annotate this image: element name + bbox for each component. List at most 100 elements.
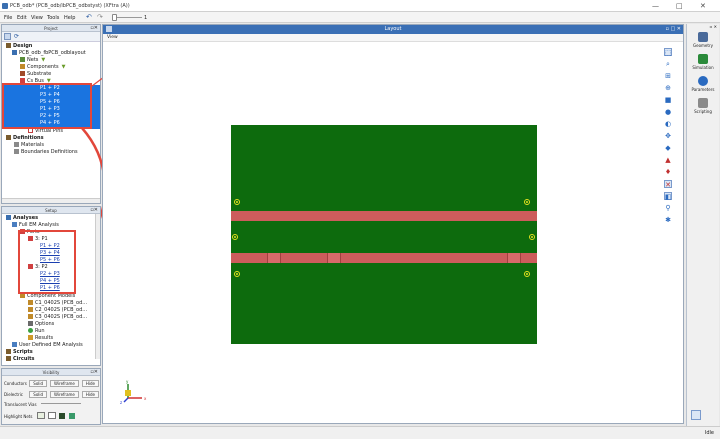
tree-design[interactable]: Design bbox=[6, 43, 32, 50]
view-3d-icon[interactable]: ■ bbox=[664, 96, 672, 104]
dock-geometry[interactable]: Geometry bbox=[689, 32, 717, 48]
fit-view-icon[interactable]: ⊞ bbox=[664, 72, 672, 80]
menu-tools[interactable]: Tools bbox=[47, 15, 59, 21]
project-tool-icon[interactable] bbox=[4, 33, 11, 40]
panel-close-icon[interactable]: ▫✕ bbox=[90, 207, 98, 214]
dock-expand-icon[interactable] bbox=[691, 410, 701, 420]
conductors-hide-button[interactable]: Hide bbox=[81, 380, 100, 387]
tree-boundaries[interactable]: Boundaries Definitions bbox=[14, 149, 78, 156]
via-port[interactable] bbox=[232, 234, 238, 240]
simulation-icon bbox=[698, 54, 708, 64]
translucent-slider[interactable] bbox=[40, 403, 81, 404]
panel-close-icon[interactable]: ▫✕ bbox=[90, 369, 98, 376]
highlight-tool-icon[interactable] bbox=[68, 413, 75, 419]
tree-component-item[interactable]: C2_0402S (PCB_od... bbox=[28, 307, 87, 314]
via-port[interactable] bbox=[234, 199, 240, 205]
filter-icon[interactable]: ▼ bbox=[62, 64, 66, 70]
zoom-tool-icon[interactable]: ⌕ bbox=[664, 60, 672, 68]
app-icon bbox=[2, 3, 8, 9]
pcb-trace-bottom[interactable] bbox=[231, 253, 537, 263]
select-tool-icon[interactable]: ⬚ bbox=[664, 48, 672, 57]
dock-parameters[interactable]: Parameters bbox=[689, 76, 717, 92]
dielectric-hide-button[interactable]: Hide bbox=[81, 391, 100, 398]
tree-fullem[interactable]: Full EM Analysis bbox=[12, 222, 59, 229]
dock-geometry-label: Geometry bbox=[693, 43, 713, 48]
pcb-board[interactable] bbox=[231, 125, 537, 344]
close-button[interactable]: ✕ bbox=[700, 2, 706, 10]
pin-tool-icon[interactable]: ⚲ bbox=[664, 204, 672, 212]
menu-file[interactable]: File bbox=[4, 15, 12, 21]
panel-close-icon[interactable]: ▫✕ bbox=[90, 25, 98, 32]
setup-vscrollbar[interactable] bbox=[95, 214, 100, 359]
menu-help[interactable]: Help bbox=[64, 15, 75, 21]
highlight-row: Highlight Nets bbox=[4, 412, 75, 419]
layout-window-buttons[interactable]: ▫ □ ✕ bbox=[666, 25, 681, 34]
via-port[interactable] bbox=[234, 271, 240, 277]
zoom-area-icon[interactable]: ⊕ bbox=[664, 84, 672, 92]
via-port[interactable] bbox=[524, 199, 530, 205]
dock-simulation[interactable]: Simulation bbox=[689, 54, 717, 70]
dock-scripting[interactable]: Scripting bbox=[689, 98, 717, 114]
highlight-tool-icon[interactable] bbox=[59, 413, 66, 419]
user-em-icon bbox=[12, 342, 17, 347]
tree-nets-label: Nets bbox=[27, 57, 39, 63]
rotate-icon[interactable]: ✥ bbox=[664, 132, 672, 140]
menu-edit[interactable]: Edit bbox=[17, 15, 27, 21]
via-port[interactable] bbox=[529, 234, 535, 240]
tree-definitions[interactable]: Definitions bbox=[6, 135, 44, 142]
filter-icon[interactable]: ▼ bbox=[41, 57, 45, 63]
probe-icon[interactable]: ♦ bbox=[664, 168, 672, 176]
visibility-panel-header: Visibility ▫✕ bbox=[2, 369, 100, 376]
project-hscrollbar[interactable] bbox=[2, 198, 100, 203]
tree-results[interactable]: Results bbox=[28, 335, 53, 342]
dock-scripting-label: Scripting bbox=[694, 109, 712, 114]
tree-components[interactable]: Components ▼ bbox=[20, 64, 66, 71]
dielectric-solid-button[interactable]: Solid bbox=[29, 391, 48, 398]
zoom-slider-knob[interactable] bbox=[112, 14, 117, 21]
right-dock-buttons[interactable]: ▫ ✕ bbox=[687, 24, 719, 31]
port-tool-icon[interactable]: ✕ bbox=[664, 180, 672, 189]
trace-component-2[interactable] bbox=[327, 253, 341, 263]
tree-materials[interactable]: Materials bbox=[14, 142, 44, 149]
measure-icon[interactable]: ▲ bbox=[664, 156, 672, 164]
dielectric-wireframe-button[interactable]: Wireframe bbox=[50, 391, 79, 398]
redo-icon[interactable]: ↷ bbox=[97, 14, 104, 21]
tree-virtual-pins[interactable]: Virtual Pins bbox=[28, 128, 63, 135]
conductors-solid-button[interactable]: Solid bbox=[29, 380, 48, 387]
view-tab[interactable]: View bbox=[107, 35, 118, 40]
highlight-toggle-2[interactable] bbox=[48, 412, 56, 419]
pcb-trace-top[interactable] bbox=[231, 211, 537, 221]
dielectric-label: Dielectric bbox=[4, 392, 23, 397]
analyses-icon bbox=[6, 215, 11, 220]
layer-icon[interactable]: ◆ bbox=[664, 144, 672, 152]
maximize-button[interactable]: □ bbox=[676, 2, 683, 10]
nets-icon bbox=[20, 57, 25, 62]
tree-run[interactable]: Run bbox=[28, 328, 45, 335]
tree-file[interactable]: PCB_odb_fbPCB_odblayout bbox=[12, 50, 86, 57]
refresh-icon[interactable]: ⟳ bbox=[14, 33, 19, 40]
conductors-wireframe-button[interactable]: Wireframe bbox=[50, 380, 79, 387]
tree-substrate[interactable]: Substrate bbox=[20, 71, 51, 78]
tree-component-item[interactable]: C3_0402S (PCB_od... bbox=[28, 314, 87, 321]
tree-circuits[interactable]: Circuits bbox=[6, 356, 34, 363]
trace-component-3[interactable] bbox=[507, 253, 521, 263]
tree-analyses[interactable]: Analyses bbox=[6, 215, 38, 222]
tree-scripts[interactable]: Scripts bbox=[6, 349, 33, 356]
settings-tool-icon[interactable]: ✱ bbox=[664, 216, 672, 224]
via-port[interactable] bbox=[524, 271, 530, 277]
tree-user-em[interactable]: User Defined EM Analysis bbox=[12, 342, 83, 349]
tree-component-models[interactable]: Component Models bbox=[20, 293, 75, 300]
tree-nets[interactable]: Nets ▼ bbox=[20, 57, 45, 64]
highlight-toggle-1[interactable] bbox=[36, 412, 45, 419]
trace-component-1[interactable] bbox=[267, 253, 281, 263]
undo-icon[interactable]: ↶ bbox=[86, 14, 93, 21]
wire-tool-icon[interactable]: ◧ bbox=[664, 192, 672, 201]
view-side-icon[interactable]: ◐ bbox=[664, 120, 672, 128]
menu-view[interactable]: View bbox=[31, 15, 43, 21]
tree-circuits-label: Circuits bbox=[13, 356, 35, 362]
tree-component-item[interactable]: C1_0402S (PCB_od... bbox=[28, 300, 87, 307]
view-front-icon[interactable]: ● bbox=[664, 108, 672, 116]
tree-options[interactable]: Options bbox=[28, 321, 54, 328]
minimize-button[interactable]: — bbox=[652, 2, 659, 10]
run-icon bbox=[28, 328, 33, 333]
